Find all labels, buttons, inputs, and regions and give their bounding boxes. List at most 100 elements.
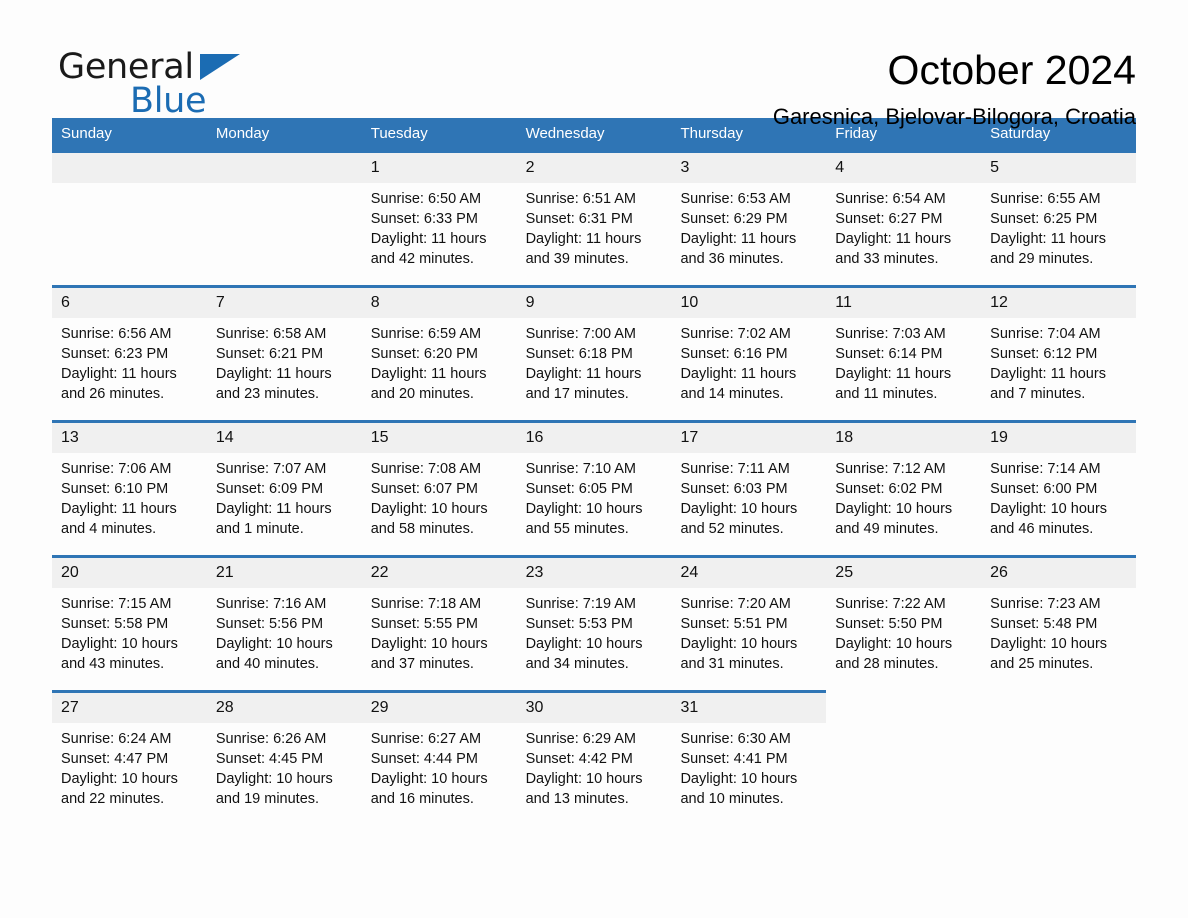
calendar-day-cell[interactable]: 28 Sunrise: 6:26 AM Sunset: 4:45 PM Dayligh… <box>206 690 362 820</box>
sunrise-text: Sunrise: 6:30 AM <box>680 731 791 747</box>
calendar-day-cell[interactable]: 13 Sunrise: 7:06 AM Sunset: 6:10 PM Dayligh… <box>52 420 207 555</box>
calendar-day-cell[interactable]: 8 Sunrise: 6:59 AM Sunset: 6:20 PM Daylight… <box>361 285 517 420</box>
calendar-day-cell[interactable]: 2 Sunrise: 6:51 AM Sunset: 6:31 PM Daylight… <box>516 150 672 285</box>
calendar-day-cell-empty <box>826 690 981 820</box>
daylight-text: Daylight: 10 hours and 40 minutes. <box>215 636 333 672</box>
sunset-text: Sunset: 6:20 PM <box>370 346 478 362</box>
day-sun-info: Sunrise: 6:53 AM Sunset: 6:29 PM Daylight:… <box>671 183 826 269</box>
daylight-text: Daylight: 11 hours and 42 minutes. <box>370 231 487 267</box>
calendar-day-cell[interactable]: 29 Sunrise: 6:27 AM Sunset: 4:44 PM Dayligh… <box>361 690 517 820</box>
general-blue-logo[interactable]: General Blue <box>52 44 312 124</box>
sunrise-text: Sunrise: 7:04 AM <box>990 326 1101 342</box>
calendar-day-cell[interactable]: 24 Sunrise: 7:20 AM Sunset: 5:51 PM Dayligh… <box>671 555 827 690</box>
calendar-day-cell[interactable]: 22 Sunrise: 7:18 AM Sunset: 5:55 PM Dayligh… <box>361 555 517 690</box>
calendar-day-cell[interactable]: 25 Sunrise: 7:22 AM Sunset: 5:50 PM Dayligh… <box>826 555 982 690</box>
day-number: 19 <box>981 423 1137 453</box>
calendar-day-cell[interactable]: 12 Sunrise: 7:04 AM Sunset: 6:12 PM Dayligh… <box>981 285 1137 420</box>
weekday-header-saturday: Saturday <box>990 125 1051 142</box>
day-number: 25 <box>826 558 982 588</box>
day-number: 3 <box>671 153 827 183</box>
calendar-day-cell[interactable]: 16 Sunrise: 7:10 AM Sunset: 6:05 PM Dayligh… <box>516 420 672 555</box>
calendar-day-cell[interactable]: 30 Sunrise: 6:29 AM Sunset: 4:42 PM Dayligh… <box>516 690 672 820</box>
daylight-text: Daylight: 10 hours and 10 minutes. <box>680 771 798 807</box>
day-sun-info: Sunrise: 6:50 AM Sunset: 6:33 PM Daylight:… <box>362 183 517 269</box>
day-number: 28 <box>206 693 362 723</box>
sunrise-text: Sunrise: 6:53 AM <box>680 191 791 207</box>
day-sun-info: Sunrise: 7:03 AM Sunset: 6:14 PM Daylight:… <box>826 318 981 404</box>
calendar-day-cell[interactable]: 10 Sunrise: 7:02 AM Sunset: 6:16 PM Dayligh… <box>671 285 827 420</box>
calendar-day-cell[interactable]: 11 Sunrise: 7:03 AM Sunset: 6:14 PM Dayligh… <box>826 285 982 420</box>
sunset-text: Sunset: 5:48 PM <box>990 616 1098 632</box>
day-sun-info: Sunrise: 7:15 AM Sunset: 5:58 PM Daylight:… <box>52 588 207 674</box>
day-number: 24 <box>671 558 827 588</box>
sunset-text: Sunset: 6:10 PM <box>61 481 169 497</box>
calendar-day-cell[interactable]: 14 Sunrise: 7:07 AM Sunset: 6:09 PM Dayligh… <box>206 420 362 555</box>
calendar-day-cell[interactable]: 23 Sunrise: 7:19 AM Sunset: 5:53 PM Dayligh… <box>516 555 672 690</box>
calendar-day-cell[interactable]: 19 Sunrise: 7:14 AM Sunset: 6:00 PM Dayligh… <box>981 420 1137 555</box>
day-number: 31 <box>671 693 827 723</box>
weekday-header-thursday: Thursday <box>680 125 743 142</box>
day-sun-info: Sunrise: 7:14 AM Sunset: 6:00 PM Daylight:… <box>981 453 1136 539</box>
sunrise-text: Sunrise: 6:54 AM <box>835 191 946 207</box>
sunrise-text: Sunrise: 7:19 AM <box>525 596 636 612</box>
day-number: 21 <box>206 558 362 588</box>
calendar-day-cell[interactable]: 5 Sunrise: 6:55 AM Sunset: 6:25 PM Daylight… <box>981 150 1137 285</box>
calendar-day-cell[interactable]: 18 Sunrise: 7:12 AM Sunset: 6:02 PM Dayligh… <box>826 420 982 555</box>
daylight-text: Daylight: 10 hours and 25 minutes. <box>990 636 1108 672</box>
day-sun-info: Sunrise: 6:29 AM Sunset: 4:42 PM Daylight:… <box>517 723 672 809</box>
day-sun-info: Sunrise: 7:22 AM Sunset: 5:50 PM Daylight:… <box>826 588 981 674</box>
calendar-day-cell[interactable]: 7 Sunrise: 6:58 AM Sunset: 6:21 PM Daylight… <box>206 285 362 420</box>
day-number: 7 <box>206 288 362 318</box>
sunrise-text: Sunrise: 7:15 AM <box>61 596 172 612</box>
calendar-week-row: 6 Sunrise: 6:56 AM Sunset: 6:23 PM Daylight… <box>52 285 1137 420</box>
page-header: General Blue October 2024 Garesnica, Bje… <box>52 0 1136 129</box>
daylight-text: Daylight: 10 hours and 43 minutes. <box>61 636 178 672</box>
calendar-day-cell[interactable]: 1 Sunrise: 6:50 AM Sunset: 6:33 PM Daylight… <box>361 150 517 285</box>
calendar-day-cell[interactable]: 31 Sunrise: 6:30 AM Sunset: 4:41 PM Dayligh… <box>671 690 827 820</box>
sunrise-text: Sunrise: 7:06 AM <box>61 461 172 477</box>
daylight-text: Daylight: 11 hours and 14 minutes. <box>680 366 797 402</box>
sunset-text: Sunset: 6:29 PM <box>680 211 788 227</box>
daylight-text: Daylight: 11 hours and 26 minutes. <box>61 366 177 402</box>
day-number: 4 <box>826 153 982 183</box>
sunset-text: Sunset: 6:27 PM <box>835 211 943 227</box>
day-number: 12 <box>981 288 1137 318</box>
day-number: 20 <box>52 558 207 588</box>
daylight-text: Daylight: 10 hours and 55 minutes. <box>525 501 643 537</box>
day-sun-info: Sunrise: 7:02 AM Sunset: 6:16 PM Daylight:… <box>671 318 826 404</box>
day-sun-info: Sunrise: 7:19 AM Sunset: 5:53 PM Daylight:… <box>517 588 672 674</box>
calendar-day-cell[interactable]: 9 Sunrise: 7:00 AM Sunset: 6:18 PM Daylight… <box>516 285 672 420</box>
calendar-day-cell[interactable]: 15 Sunrise: 7:08 AM Sunset: 6:07 PM Dayligh… <box>361 420 517 555</box>
page-title: October 2024 <box>887 47 1136 93</box>
calendar-day-cell[interactable]: 3 Sunrise: 6:53 AM Sunset: 6:29 PM Daylight… <box>671 150 827 285</box>
sunrise-text: Sunrise: 7:02 AM <box>680 326 791 342</box>
calendar-week-row: 20 Sunrise: 7:15 AM Sunset: 5:58 PM Dayligh… <box>52 555 1137 690</box>
calendar-day-cell[interactable]: 27 Sunrise: 6:24 AM Sunset: 4:47 PM Dayligh… <box>52 690 207 820</box>
day-sun-info: Sunrise: 6:54 AM Sunset: 6:27 PM Daylight:… <box>826 183 981 269</box>
calendar-day-cell[interactable]: 20 Sunrise: 7:15 AM Sunset: 5:58 PM Dayligh… <box>52 555 207 690</box>
calendar-day-cell[interactable]: 17 Sunrise: 7:11 AM Sunset: 6:03 PM Dayligh… <box>671 420 827 555</box>
daylight-text: Daylight: 11 hours and 33 minutes. <box>835 231 952 267</box>
calendar-page: General Blue October 2024 Garesnica, Bje… <box>0 0 1188 918</box>
day-sun-info: Sunrise: 6:26 AM Sunset: 4:45 PM Daylight:… <box>207 723 362 809</box>
logo-triangle-icon <box>200 54 240 80</box>
calendar-day-cell[interactable]: 21 Sunrise: 7:16 AM Sunset: 5:56 PM Dayligh… <box>206 555 362 690</box>
calendar-day-cell[interactable]: 26 Sunrise: 7:23 AM Sunset: 5:48 PM Dayligh… <box>981 555 1137 690</box>
daylight-text: Daylight: 10 hours and 13 minutes. <box>525 771 643 807</box>
sunset-text: Sunset: 4:45 PM <box>215 751 324 767</box>
calendar-day-cell[interactable]: 4 Sunrise: 6:54 AM Sunset: 6:27 PM Daylight… <box>826 150 982 285</box>
daylight-text: Daylight: 11 hours and 39 minutes. <box>525 231 642 267</box>
day-number: 26 <box>981 558 1137 588</box>
sunset-text: Sunset: 5:55 PM <box>370 616 478 632</box>
sunrise-text: Sunrise: 6:56 AM <box>61 326 172 342</box>
sunset-text: Sunset: 5:56 PM <box>215 616 324 632</box>
day-sun-info: Sunrise: 7:06 AM Sunset: 6:10 PM Daylight:… <box>52 453 207 539</box>
sunset-text: Sunset: 6:12 PM <box>990 346 1098 362</box>
calendar-day-cell[interactable]: 6 Sunrise: 6:56 AM Sunset: 6:23 PM Daylight… <box>52 285 207 420</box>
calendar-day-cell-empty <box>981 690 1136 820</box>
day-number: 1 <box>361 153 517 183</box>
day-number: 13 <box>52 423 207 453</box>
calendar-weeks: 1 Sunrise: 6:50 AM Sunset: 6:33 PM Daylight… <box>52 150 1137 820</box>
day-number: 30 <box>516 693 672 723</box>
day-number: 9 <box>516 288 672 318</box>
